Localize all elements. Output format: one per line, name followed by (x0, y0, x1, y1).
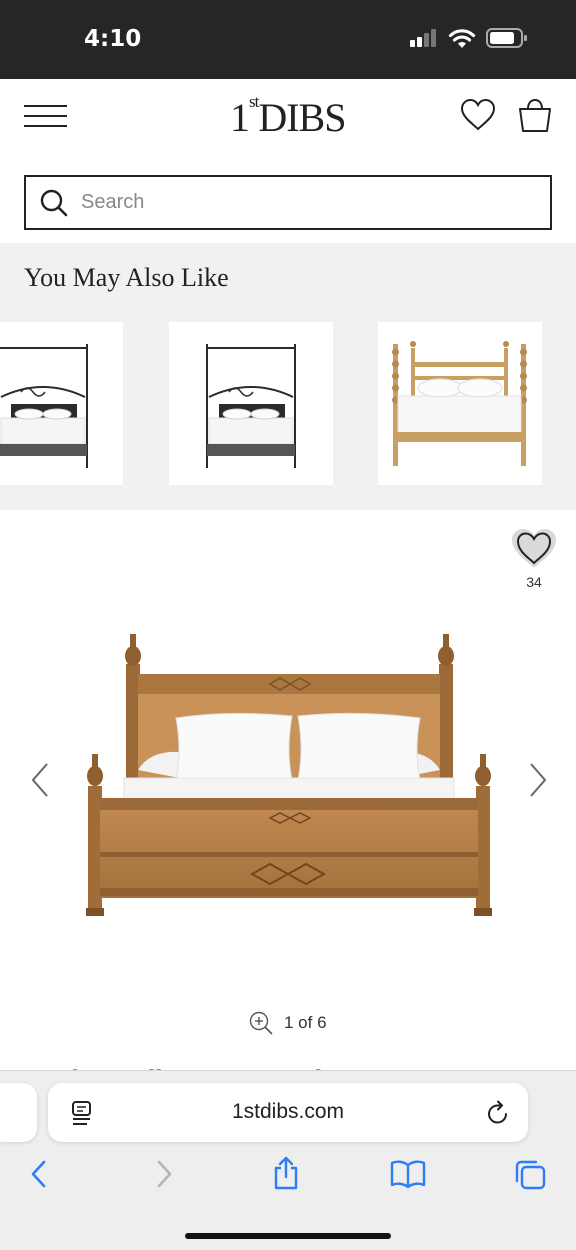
previous-image-arrow-icon[interactable] (30, 762, 50, 803)
status-time: 4:10 (84, 26, 142, 52)
section-title: You May Also Like (24, 263, 229, 292)
home-indicator (185, 1233, 391, 1239)
tabs-icon[interactable] (513, 1159, 547, 1196)
next-image-arrow-icon[interactable] (528, 762, 548, 803)
status-icons (410, 27, 528, 54)
iron-canopy-bed-image (0, 344, 88, 468)
browser-toolbar: 1stdibs.com (0, 1070, 576, 1250)
address-bar[interactable]: 1stdibs.com (48, 1083, 528, 1142)
reload-icon[interactable] (486, 1100, 510, 1131)
share-icon[interactable] (271, 1155, 301, 1196)
image-pager: 1 of 6 (248, 1010, 327, 1036)
you-may-also-like-section: You May Also Like (0, 243, 576, 510)
previous-tab-preview[interactable] (0, 1083, 37, 1142)
heart-icon (512, 529, 556, 568)
search-bar[interactable] (24, 175, 552, 230)
status-bar: 4:10 (0, 0, 576, 79)
back-icon[interactable] (28, 1159, 50, 1194)
site-logo[interactable]: 1stDIBS (230, 93, 350, 143)
product-title: Bamboo William Henry Bed (24, 1060, 322, 1070)
favorite-button[interactable]: 34 (510, 527, 558, 590)
recommended-product-card[interactable] (378, 322, 542, 485)
logo-text-main: 1 (230, 95, 250, 140)
spindle-post-bed-image (392, 341, 527, 466)
search-input[interactable] (81, 191, 501, 214)
battery-icon (486, 27, 528, 54)
heart-icon[interactable] (460, 98, 496, 137)
wifi-icon (448, 27, 476, 54)
logo-text-rest: DIBS (258, 95, 346, 140)
hamburger-menu-icon[interactable] (24, 105, 68, 129)
image-pager-text: 1 of 6 (284, 1013, 327, 1032)
wooden-bamboo-bed-image[interactable] (80, 630, 496, 920)
url-text: 1stdibs.com (231, 1100, 345, 1123)
iron-canopy-bed-image (206, 344, 296, 468)
forward-icon[interactable] (153, 1159, 175, 1194)
cellular-signal-icon (410, 29, 438, 52)
favorite-count: 34 (526, 574, 542, 590)
logo-text-sup: st (249, 92, 259, 111)
shopping-bag-icon[interactable] (517, 98, 553, 139)
product-gallery: 34 1 of 6 (0, 510, 576, 1070)
recommended-product-card[interactable] (0, 322, 123, 485)
search-icon (40, 189, 68, 216)
recommended-product-card[interactable] (169, 322, 333, 485)
site-header: 1stDIBS (0, 79, 576, 161)
zoom-in-icon[interactable] (248, 1010, 274, 1036)
bookmarks-icon[interactable] (390, 1159, 426, 1194)
